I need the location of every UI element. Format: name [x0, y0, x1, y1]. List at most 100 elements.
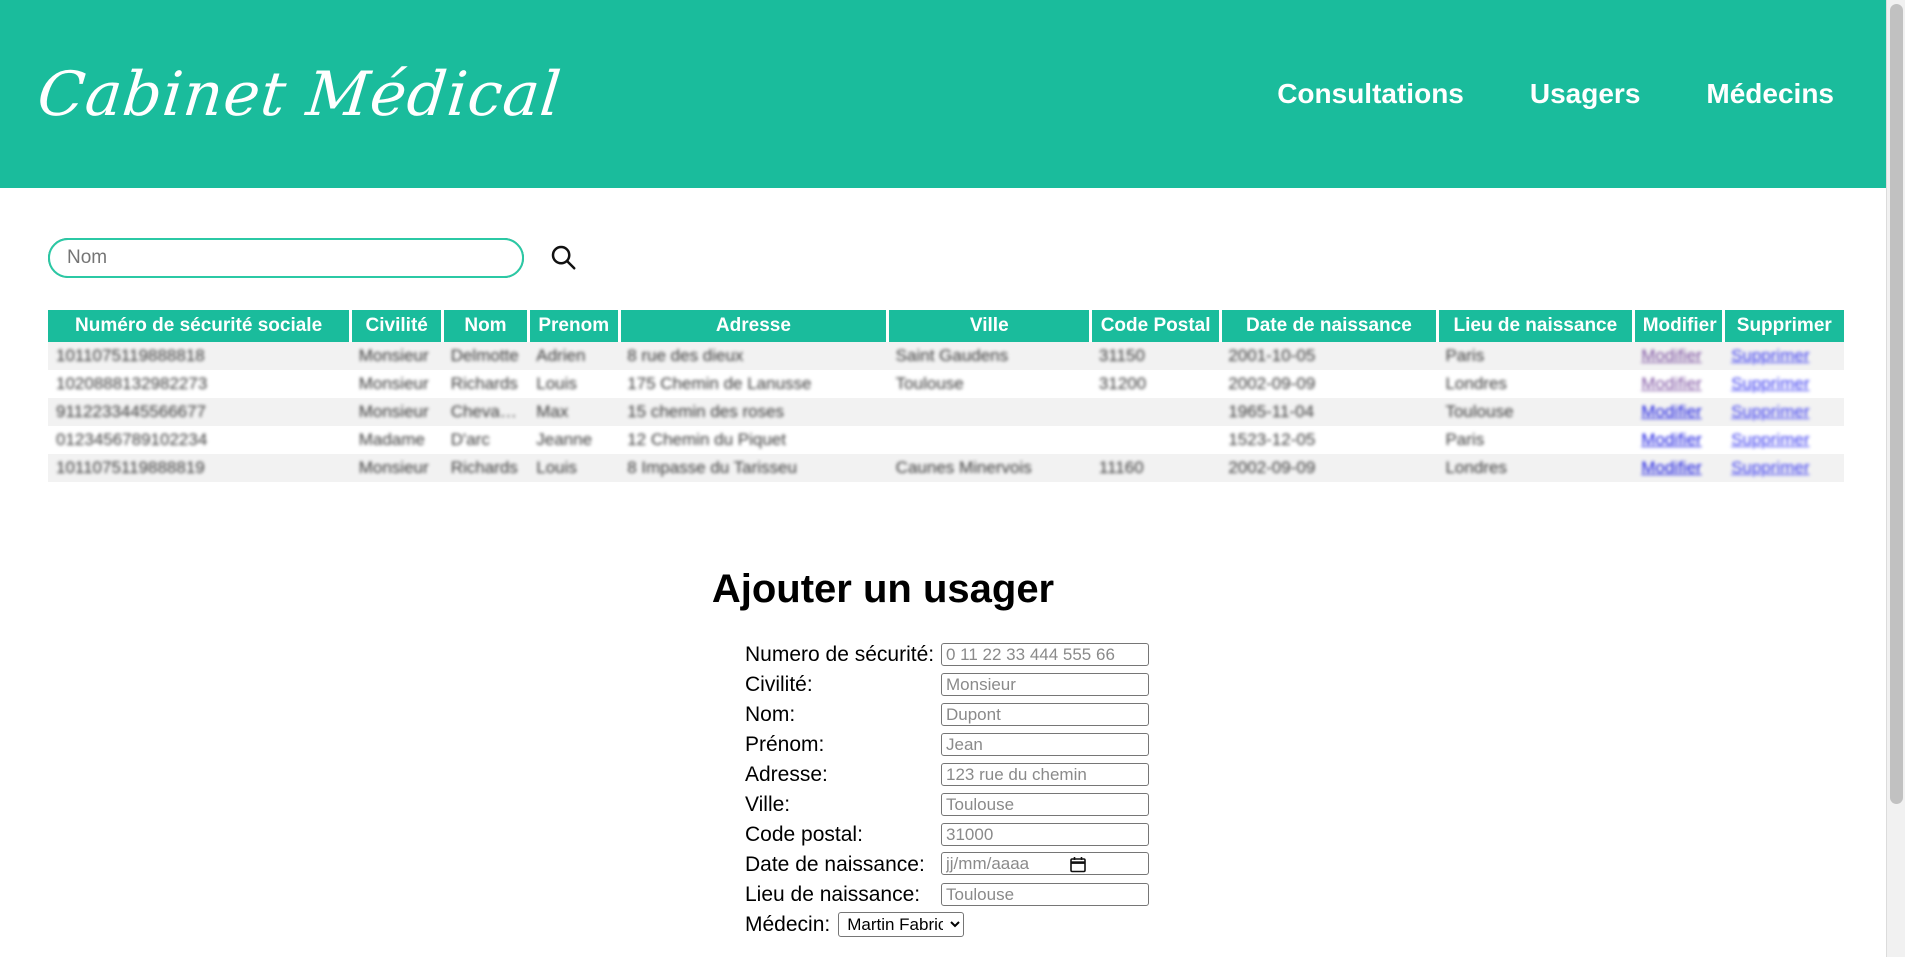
page-scrollbar[interactable]: [1886, 0, 1905, 957]
label-adresse: Adresse:: [745, 762, 828, 786]
form-row-medecin: Médecin: Martin Fabrice: [745, 912, 1886, 937]
lieu-naissance-field[interactable]: [941, 883, 1149, 906]
nom-field[interactable]: [941, 703, 1149, 726]
usagers-table: Numéro de sécurité sociale Civilité Nom …: [48, 310, 1844, 482]
label-code-postal: Code postal:: [745, 822, 863, 846]
ville-field[interactable]: [941, 793, 1149, 816]
cell-nom: Delmotte: [450, 346, 519, 365]
label-medecin: Médecin:: [745, 912, 831, 936]
supprimer-link[interactable]: Supprimer: [1731, 374, 1809, 393]
table-row: 1011075119888818 Monsieur Delmotte Adrien 8 …: [48, 342, 1844, 370]
main-navigation: Consultations Usagers Médecins: [1211, 72, 1834, 116]
cell-prenom: Jeanne: [536, 430, 593, 449]
table-header-row: Numéro de sécurité sociale Civilité Nom …: [48, 310, 1844, 342]
cell-code-postal: 11160: [1098, 458, 1144, 477]
cell-code-postal: 31150: [1098, 346, 1145, 365]
cell-modifier: Modifier: [1633, 398, 1723, 426]
nav-consultations[interactable]: Consultations: [1277, 72, 1464, 116]
cell-date-naissance: 2002-09-09: [1228, 458, 1316, 477]
form-row-nom: Nom:: [745, 702, 1886, 727]
supprimer-link[interactable]: Supprimer: [1731, 402, 1809, 421]
cell-supprimer: Supprimer: [1723, 426, 1844, 454]
cell-lieu-naissance: Londres: [1445, 458, 1507, 477]
label-ville: Ville:: [745, 792, 791, 816]
search-input[interactable]: [48, 238, 524, 278]
cell-lieu-naissance: Toulouse: [1445, 402, 1514, 421]
supprimer-link[interactable]: Supprimer: [1731, 458, 1809, 477]
cell-modifier: Modifier: [1633, 426, 1723, 454]
form-row-prenom: Prénom:: [745, 732, 1886, 757]
table-row: 0123456789102234 Madame D'arc Jeanne 12 Chem…: [48, 426, 1844, 454]
cell-supprimer: Supprimer: [1723, 454, 1844, 482]
scrollbar-thumb[interactable]: [1890, 4, 1903, 804]
cell-nom: Chevalier: [450, 402, 523, 421]
medecin-select[interactable]: Martin Fabrice: [838, 912, 965, 937]
table-header: Numéro de sécurité sociale Civilité Nom …: [48, 310, 1844, 342]
col-header-date-naissance: Date de naissance: [1218, 310, 1439, 342]
modifier-link[interactable]: Modifier: [1641, 402, 1701, 421]
label-civilite: Civilité:: [745, 672, 813, 696]
supprimer-link[interactable]: Supprimer: [1731, 346, 1809, 365]
cell-prenom: Louis: [536, 458, 577, 477]
cell-ssn: 1011075119888819: [56, 458, 205, 477]
add-usager-form: Numero de sécurité: Civilité: Nom: Prénom: A…: [0, 642, 1886, 937]
col-header-ssn: Numéro de sécurité sociale: [48, 310, 353, 342]
modifier-link[interactable]: Modifier: [1641, 458, 1701, 477]
col-header-modifier: Modifier: [1631, 310, 1725, 342]
cell-ville: [888, 426, 1091, 454]
label-prenom: Prénom:: [745, 732, 825, 756]
cell-prenom: Adrien: [536, 346, 586, 365]
modifier-link[interactable]: Modifier: [1641, 346, 1701, 365]
cell-nom: Richards: [450, 374, 518, 393]
cell-date-naissance: 1965-11-04: [1228, 402, 1315, 421]
cell-nom: D'arc: [450, 430, 490, 449]
supprimer-link[interactable]: Supprimer: [1731, 430, 1809, 449]
search-bar: [48, 238, 1886, 278]
cell-modifier: Modifier: [1633, 370, 1723, 398]
cell-prenom: Louis: [536, 374, 577, 393]
col-header-nom: Nom: [441, 310, 530, 342]
cell-lieu-naissance: Londres: [1445, 374, 1507, 393]
search-button[interactable]: [548, 242, 578, 275]
modifier-link[interactable]: Modifier: [1641, 374, 1701, 393]
col-header-supprimer: Supprimer: [1721, 310, 1844, 342]
form-title: Ajouter un usager: [711, 567, 1055, 611]
numero-securite-field[interactable]: [941, 643, 1149, 666]
label-date-naissance: Date de naissance:: [745, 852, 925, 876]
prenom-field[interactable]: [941, 733, 1149, 756]
site-logo[interactable]: Cabinet Médical: [34, 59, 565, 130]
cell-adresse: 15 chemin des roses: [627, 402, 785, 421]
civilite-field[interactable]: [941, 673, 1149, 696]
cell-adresse: 175 Chemin de Lanusse: [627, 374, 812, 393]
cell-ville: Caunes Minervois: [895, 458, 1032, 477]
form-row-numero-securite: Numero de sécurité:: [745, 642, 1886, 667]
site-header: Cabinet Médical Consultations Usagers Mé…: [0, 0, 1886, 188]
cell-civilite: Madame: [358, 430, 425, 449]
cell-ssn: 0123456789102234: [56, 430, 208, 449]
label-numero-securite: Numero de sécurité:: [745, 642, 935, 666]
page-content: Cabinet Médical Consultations Usagers Mé…: [0, 0, 1886, 957]
form-row-code-postal: Code postal:: [745, 822, 1886, 847]
nav-usagers[interactable]: Usagers: [1530, 72, 1641, 116]
label-nom: Nom:: [745, 702, 796, 726]
cell-ssn: 1011075119888818: [56, 346, 205, 365]
date-naissance-field[interactable]: [941, 852, 1149, 875]
form-row-date-naissance: Date de naissance:: [745, 852, 1886, 877]
usagers-table-container: Numéro de sécurité sociale Civilité Nom …: [48, 310, 1844, 482]
adresse-field[interactable]: [941, 763, 1149, 786]
nav-medecins[interactable]: Médecins: [1706, 72, 1834, 116]
cell-code-postal: [1091, 426, 1220, 454]
form-row-ville: Ville:: [745, 792, 1886, 817]
cell-ssn: 1020888132982273: [56, 374, 208, 393]
cell-civilite: Monsieur: [358, 346, 429, 365]
form-row-adresse: Adresse:: [745, 762, 1886, 787]
table-body: 1011075119888818 Monsieur Delmotte Adrien 8 …: [48, 342, 1844, 482]
cell-lieu-naissance: Paris: [1445, 430, 1485, 449]
search-icon: [548, 242, 578, 275]
col-header-adresse: Adresse: [617, 310, 890, 342]
modifier-link[interactable]: Modifier: [1641, 430, 1701, 449]
cell-civilite: Monsieur: [358, 374, 429, 393]
cell-adresse: 8 rue des dieux: [627, 346, 744, 365]
code-postal-field[interactable]: [941, 823, 1149, 846]
cell-supprimer: Supprimer: [1723, 398, 1844, 426]
